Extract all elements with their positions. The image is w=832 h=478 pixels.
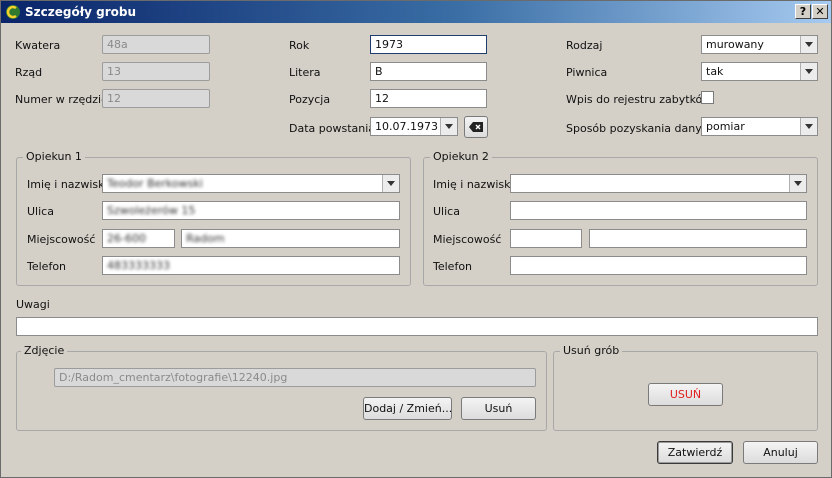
opiekun1-kod-field[interactable]: 26-600 xyxy=(102,229,175,248)
opiekun1-telefon-label: Telefon xyxy=(27,260,67,273)
opiekun1-ulica-value: Szwoleżerów 15 xyxy=(107,204,196,217)
pozycja-field[interactable]: 12 xyxy=(370,89,487,108)
opiekun2-imie-select[interactable] xyxy=(510,174,807,193)
piwnica-label: Piwnica xyxy=(566,66,608,79)
window-title: Szczegóły grobu xyxy=(25,5,137,19)
rodzaj-label: Rodzaj xyxy=(566,39,603,52)
opiekun1-ulica-field[interactable]: Szwoleżerów 15 xyxy=(102,201,400,220)
sposob-select[interactable]: pomiar xyxy=(701,117,818,136)
usun-grob-title: Usuń grób xyxy=(560,344,623,357)
rok-label: Rok xyxy=(289,39,310,52)
uwagi-field[interactable] xyxy=(16,317,818,336)
title-bar[interactable]: Szczegóły grobu ? ✕ xyxy=(1,1,831,23)
chevron-down-icon[interactable] xyxy=(800,63,817,80)
wpis-label: Wpis do rejestru zabytków xyxy=(566,93,712,106)
rzad-field[interactable]: 13 xyxy=(102,62,210,81)
remove-photo-button[interactable]: Usuń xyxy=(461,397,536,420)
litera-field[interactable]: B xyxy=(370,62,487,81)
chevron-down-icon[interactable] xyxy=(789,175,806,192)
rzad-label: Rząd xyxy=(15,66,43,79)
opiekun2-miejscowosc-label: Miejscowość xyxy=(433,233,502,246)
help-button[interactable]: ? xyxy=(795,4,811,19)
cancel-button[interactable]: Anuluj xyxy=(743,441,818,464)
kwatera-field[interactable]: 48a xyxy=(102,35,210,54)
uwagi-label: Uwagi xyxy=(16,298,50,311)
opiekun2-ulica-label: Ulica xyxy=(433,205,460,218)
chevron-down-icon[interactable] xyxy=(800,118,817,135)
dialog-window: Szczegóły grobu ? ✕ Kwatera 48a Rząd 13 … xyxy=(0,0,832,478)
chevron-down-icon[interactable] xyxy=(800,36,817,53)
sposob-label: Sposób pozyskania danych xyxy=(566,122,715,135)
chevron-down-icon[interactable] xyxy=(382,175,399,192)
opiekun2-imie-label: Imię i nazwisko xyxy=(433,178,517,191)
opiekun2-telefon-field[interactable] xyxy=(510,256,807,275)
confirm-button[interactable]: Zatwierdź xyxy=(657,441,733,464)
backspace-clear-icon xyxy=(469,122,483,132)
opiekun1-ulica-label: Ulica xyxy=(27,205,54,218)
data-powstania-label: Data powstania xyxy=(289,122,376,135)
close-button[interactable]: ✕ xyxy=(812,4,828,19)
opiekun2-title: Opiekun 2 xyxy=(430,150,492,163)
opiekun1-imie-value: Teodor Berkowski xyxy=(107,177,203,190)
litera-label: Litera xyxy=(289,66,321,79)
clear-date-button[interactable] xyxy=(464,116,488,138)
rodzaj-select[interactable]: murowany xyxy=(701,35,818,54)
qgis-app-icon xyxy=(6,5,20,19)
opiekun2-telefon-label: Telefon xyxy=(433,260,473,273)
opiekun1-telefon-value: 483333333 xyxy=(107,259,170,272)
rok-field[interactable]: 1973 xyxy=(370,35,487,54)
sposob-value: pomiar xyxy=(706,120,745,133)
opiekun1-imie-select[interactable]: Teodor Berkowski xyxy=(102,174,400,193)
opiekun2-kod-field[interactable] xyxy=(510,229,582,248)
delete-grave-button[interactable]: USUŃ xyxy=(648,383,723,406)
add-change-photo-button[interactable]: Dodaj / Zmień... xyxy=(363,397,452,420)
opiekun1-miasto-value: Radom xyxy=(186,232,225,245)
opiekun2-ulica-field[interactable] xyxy=(510,201,807,220)
opiekun1-title: Opiekun 1 xyxy=(23,150,85,163)
piwnica-value: tak xyxy=(706,65,724,78)
zdjecie-title: Zdjęcie xyxy=(21,344,68,357)
numer-field[interactable]: 12 xyxy=(102,89,210,108)
kwatera-label: Kwatera xyxy=(15,39,61,52)
opiekun1-telefon-field[interactable]: 483333333 xyxy=(102,256,400,275)
piwnica-select[interactable]: tak xyxy=(701,62,818,81)
rodzaj-value: murowany xyxy=(706,38,764,51)
zdjecie-path-field[interactable]: D:/Radom_cmentarz\fotografie\12240.jpg xyxy=(54,368,536,387)
opiekun1-imie-label: Imię i nazwisko xyxy=(27,178,111,191)
opiekun1-miasto-field[interactable]: Radom xyxy=(181,229,400,248)
pozycja-label: Pozycja xyxy=(289,93,331,106)
opiekun1-kod-value: 26-600 xyxy=(107,232,146,245)
chevron-down-icon[interactable] xyxy=(440,118,457,135)
data-powstania-value: 10.07.1973 xyxy=(375,120,438,133)
data-powstania-date-picker[interactable]: 10.07.1973 xyxy=(370,117,458,136)
wpis-checkbox[interactable] xyxy=(701,91,714,104)
opiekun1-miejscowosc-label: Miejscowość xyxy=(27,233,96,246)
numer-label: Numer w rzędzie xyxy=(15,93,108,106)
opiekun2-miasto-field[interactable] xyxy=(589,229,807,248)
